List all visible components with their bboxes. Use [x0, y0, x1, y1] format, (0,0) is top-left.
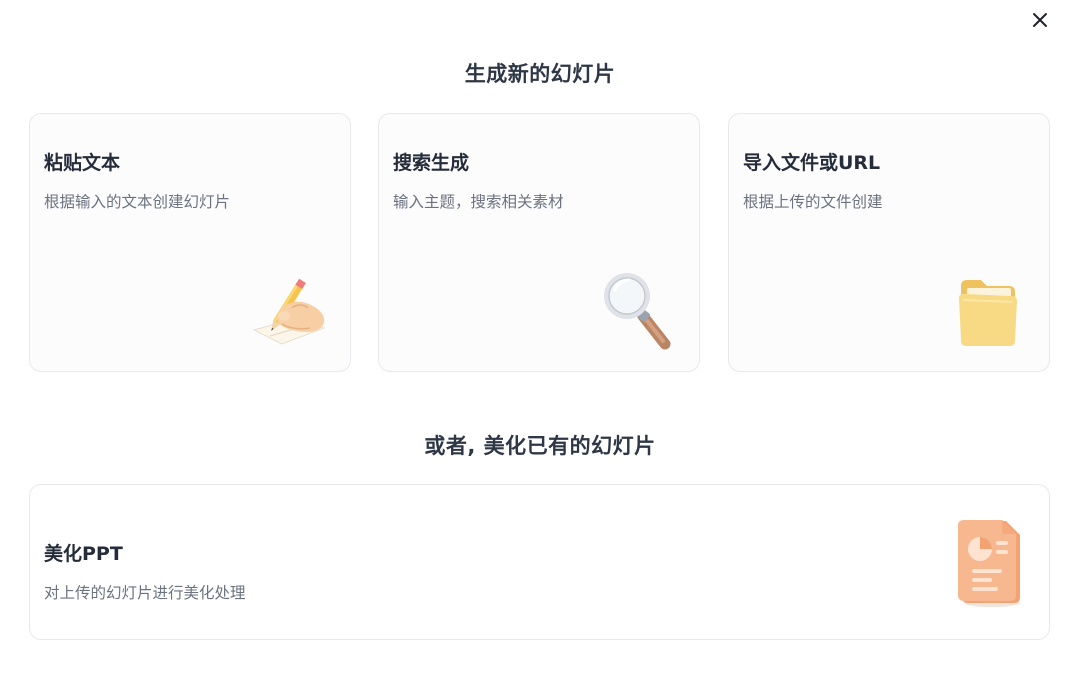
presentation-doc-icon [958, 520, 1020, 607]
magnifier-icon [604, 273, 671, 350]
card-beautify-ppt[interactable]: 美化PPT 对上传的幻灯片进行美化处理 [29, 484, 1050, 640]
section-title-new: 生成新的幻灯片 [464, 62, 616, 86]
card-title: 美化PPT [44, 543, 123, 565]
close-icon [1033, 13, 1047, 27]
card-paste-text[interactable]: 粘贴文本 根据输入的文本创建幻灯片 [29, 113, 351, 372]
card-search-generate[interactable]: 搜索生成 输入主题，搜索相关素材 [378, 113, 700, 372]
folder-icon [959, 280, 1017, 346]
card-description: 根据输入的文本创建幻灯片 [44, 193, 231, 211]
card-description: 对上传的幻灯片进行美化处理 [44, 584, 246, 602]
section-title-beautify: 或者, 美化已有的幻灯片 [424, 434, 656, 458]
card-description: 输入主题，搜索相关素材 [393, 193, 564, 211]
card-import-file[interactable]: 导入文件或URL 根据上传的文件创建 [728, 113, 1050, 372]
close-button[interactable] [1028, 8, 1052, 32]
card-title: 粘贴文本 [44, 152, 121, 174]
card-title: 导入文件或URL [743, 152, 881, 174]
card-title: 搜索生成 [393, 152, 470, 174]
writing-hand-icon [252, 278, 326, 345]
card-description: 根据上传的文件创建 [743, 193, 883, 211]
